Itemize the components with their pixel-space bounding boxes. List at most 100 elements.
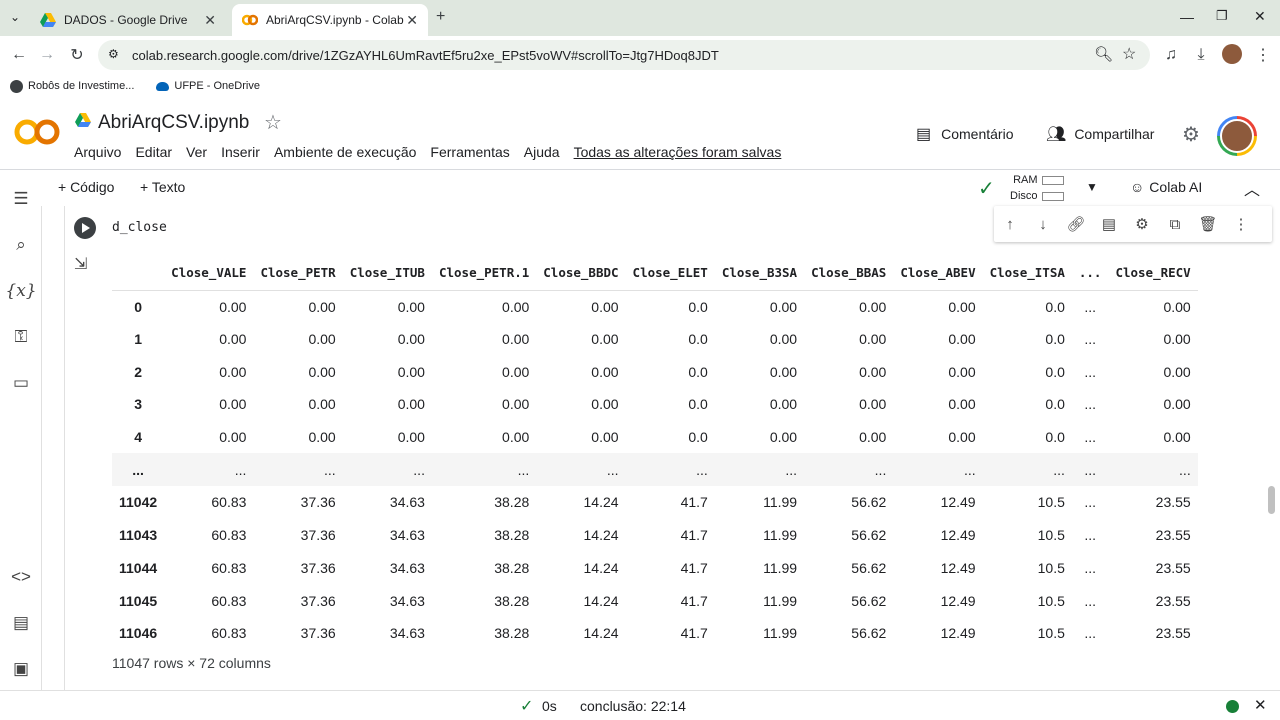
menu-inserir[interactable]: Inserir	[221, 144, 260, 160]
table-cell: 56.62	[851, 494, 887, 511]
close-icon[interactable]: ✕	[204, 12, 216, 29]
table-cell: 0.00	[219, 429, 247, 446]
table-cell: 0.00	[859, 331, 887, 348]
settings-icon[interactable]: ⚙	[1132, 214, 1152, 234]
table-cell: 0.00	[948, 298, 976, 315]
table-cell: 0.00	[859, 298, 887, 315]
dropdown-arrow-icon[interactable]: ▼	[1086, 180, 1098, 194]
folder-icon[interactable]: ▭	[10, 372, 32, 394]
menu-ajuda[interactable]: Ajuda	[524, 144, 560, 160]
table-cell: 0.00	[859, 363, 887, 380]
menu-arquivo[interactable]: Arquivo	[74, 144, 121, 160]
table-cell: 0.00	[591, 331, 619, 348]
ram-label: RAM	[1013, 174, 1038, 186]
colab-ai-button[interactable]: ☺ Colab AI	[1130, 179, 1202, 195]
tab-colab[interactable]: AbriArqCSV.ipynb - Colab ✕	[232, 4, 428, 36]
address-bar[interactable]: ⚙ colab.research.google.com/drive/1ZGzAY…	[98, 40, 1150, 70]
bookmark-star-icon[interactable]: ☆	[1122, 44, 1136, 64]
bookmark-item[interactable]: Robôs de Investime...	[10, 79, 134, 93]
restore-icon[interactable]: ❐	[1216, 8, 1228, 24]
table-cell: 0.0	[1045, 298, 1065, 315]
move-down-icon[interactable]: ↓	[1033, 214, 1053, 234]
table-cell: 0.0	[1045, 331, 1065, 348]
run-cell-button[interactable]	[74, 217, 96, 239]
table-cell: 60.83	[211, 559, 247, 576]
code-editor[interactable]: d_close	[112, 220, 167, 235]
variables-icon[interactable]: {x}	[5, 280, 36, 302]
user-avatar[interactable]	[1217, 116, 1257, 156]
table-cell: 0.00	[308, 331, 336, 348]
table-cell: 0.00	[948, 429, 976, 446]
saved-status[interactable]: Todas as alterações foram salvas	[574, 144, 782, 160]
new-tab-icon[interactable]: +	[436, 8, 445, 26]
comment-button[interactable]: ▤ Comentário	[916, 124, 1014, 144]
table-of-contents-icon[interactable]: ☰	[10, 188, 32, 210]
reload-icon[interactable]: ↻	[66, 44, 88, 66]
google-drive-icon[interactable]	[74, 112, 92, 128]
share-button[interactable]: 👥︎ Compartilhar	[1046, 124, 1154, 144]
tab-google-drive[interactable]: DADOS - Google Drive ✕	[30, 4, 226, 36]
media-control-icon[interactable]: ♫	[1160, 44, 1182, 66]
completion-time[interactable]: conclusão: 22:14	[580, 698, 686, 714]
table-cell: 12.49	[940, 592, 976, 609]
menu-bar: Arquivo Editar Ver Inserir Ambiente de e…	[74, 144, 795, 160]
table-cell: 34.63	[389, 625, 425, 642]
output-actions-icon[interactable]: ⇲	[74, 254, 87, 274]
menu-ferramentas[interactable]: Ferramentas	[430, 144, 509, 160]
column-header: Close_RECV	[1108, 256, 1198, 291]
add-code-button[interactable]: + Código	[58, 179, 114, 195]
wordpress-icon	[10, 79, 23, 93]
table-cell: ...	[1084, 527, 1096, 544]
table-cell: 38.28	[494, 559, 530, 576]
add-text-button[interactable]: + Texto	[140, 179, 185, 195]
collapse-header-icon[interactable]: ︿	[1244, 176, 1260, 200]
table-cell: 0.00	[397, 396, 425, 413]
table-cell: ...	[1084, 298, 1096, 315]
column-header: ...	[1071, 256, 1109, 291]
notebook-title[interactable]: AbriArqCSV.ipynb	[98, 112, 249, 134]
tab-list-chevron-icon[interactable]: ⌄	[10, 10, 20, 24]
minimize-icon[interactable]: —	[1180, 9, 1194, 25]
close-icon[interactable]: ✕	[406, 12, 418, 29]
link-icon[interactable]: 🔗︎	[1066, 214, 1086, 234]
dataframe-table: Close_VALE Close_PETR Close_ITUB Close_PETR…	[112, 256, 1198, 650]
code-snippets-icon[interactable]: <>	[10, 566, 32, 588]
terminal-icon[interactable]: ▣	[10, 658, 32, 680]
key-icon[interactable]: ⚿	[10, 326, 32, 348]
zoom-icon[interactable]: 🔍︎	[1094, 45, 1113, 63]
status-bar: ✓ 0s conclusão: 22:14 ✕	[0, 690, 1280, 720]
back-icon[interactable]: ←	[8, 44, 30, 66]
table-cell: 38.28	[494, 527, 530, 544]
bookmark-item[interactable]: UFPE - OneDrive	[156, 80, 260, 92]
delete-icon[interactable]: 🗑︎	[1198, 214, 1218, 234]
settings-gear-icon[interactable]: ⚙	[1182, 122, 1200, 147]
table-cell: 0.00	[769, 396, 798, 413]
comment-icon[interactable]: ▤	[1099, 214, 1119, 234]
scrollbar-thumb[interactable]	[1268, 486, 1275, 514]
resource-monitor[interactable]: RAM Disco	[1010, 172, 1064, 204]
close-window-icon[interactable]: ✕	[1254, 8, 1266, 25]
table-cell: 0.00	[591, 298, 619, 315]
menu-editar[interactable]: Editar	[135, 144, 172, 160]
table-cell: 23.55	[1155, 592, 1191, 609]
move-up-icon[interactable]: ↑	[1000, 214, 1020, 234]
download-icon[interactable]: ⤓	[1190, 44, 1212, 66]
colab-logo[interactable]	[14, 118, 60, 146]
menu-ambiente[interactable]: Ambiente de execução	[274, 144, 416, 160]
mirror-cell-icon[interactable]: ⧉	[1165, 214, 1185, 234]
search-icon[interactable]: ⌕	[10, 234, 32, 256]
table-cell: ...	[342, 453, 432, 487]
more-options-icon[interactable]: ⋮	[1231, 214, 1251, 234]
profile-avatar[interactable]	[1222, 44, 1242, 64]
star-icon[interactable]: ☆	[264, 110, 282, 135]
menu-ver[interactable]: Ver	[186, 144, 207, 160]
forward-icon[interactable]: →	[36, 44, 58, 66]
command-palette-icon[interactable]: ▤	[10, 612, 32, 634]
menu-dots-icon[interactable]: ⋮	[1252, 44, 1274, 66]
close-panel-icon[interactable]: ✕	[1254, 696, 1267, 714]
table-cell: 0.0	[688, 363, 708, 380]
disk-label: Disco	[1010, 190, 1038, 202]
site-info-icon[interactable]: ⚙	[108, 47, 119, 61]
runtime-status-dot[interactable]	[1226, 700, 1239, 713]
table-cell: 0.00	[591, 429, 619, 446]
